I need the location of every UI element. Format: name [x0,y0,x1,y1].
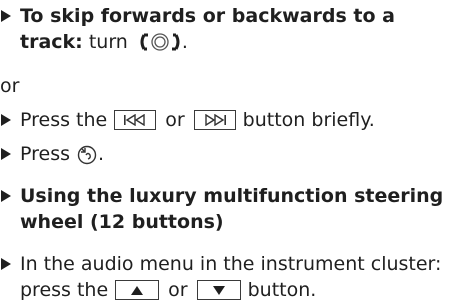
audio-menu-line-1: In the audio menu in the instrument clus… [0,251,441,277]
skip-forward-button [193,110,236,130]
press-buttons-step: Press the or button briefly. [0,107,375,133]
manual-page: To skip forwards or backwards to a track… [0,0,464,307]
triangle-bullet-icon [1,190,11,202]
up-arrow-icon [131,285,144,295]
skip-step-line-2: track: turn . [0,29,188,55]
skip-step-heading-track: track: [20,31,83,53]
triangle-bullet-icon [1,148,11,160]
skip-step-heading: To skip forwards or backwards to a [20,5,395,27]
audio-menu-text: In the audio menu in the instrument clus… [20,253,442,275]
press-buttons-before: Press the [20,109,108,131]
skip-back-icon [124,114,145,126]
rotary-controller-icon [138,32,182,52]
skip-forward-icon [204,114,226,126]
triangle-bullet-icon [1,258,11,270]
up-button [115,280,160,300]
press-buttons-after: button briefly. [242,109,375,131]
skip-back-button [114,110,157,130]
skip-step-turn-text: turn [82,31,134,53]
triangle-bullet-icon [1,114,11,126]
luxury-heading-cont: wheel (12 buttons) [20,211,224,233]
down-arrow-icon [212,285,225,295]
press-knob-before: Press [20,143,71,165]
luxury-heading: Using the luxury multifunction steering [20,185,444,207]
or-line: or [0,73,19,99]
triangle-bullet-icon [1,10,11,22]
press-controller-icon [76,143,98,165]
luxury-heading-line-2: wheel (12 buttons) [0,209,224,235]
audio-menu-line-2: press the or button. [0,277,316,303]
skip-step-line-1: To skip forwards or backwards to a [0,3,395,29]
audio-menu-press: press the [20,279,109,301]
press-knob-after: . [98,143,105,165]
press-knob-step: Press . [0,141,104,167]
luxury-heading-line-1: Using the luxury multifunction steering [0,183,443,209]
down-button [196,280,241,300]
press-buttons-or: or [165,109,185,131]
or-label: or [0,75,20,97]
audio-menu-button-text: button. [247,279,317,301]
skip-step-end: . [181,31,188,53]
audio-menu-or: or [168,279,188,301]
